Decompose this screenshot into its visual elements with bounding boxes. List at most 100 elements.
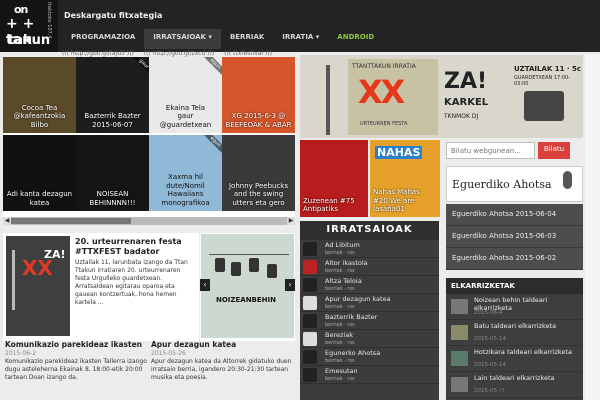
menu-irratsaioak[interactable]: IRRATSAIOAK ▾ (144, 29, 221, 49)
news-cards: Komunikazio parekideaz ikasten 2015-06-2… (3, 340, 295, 400)
station-name[interactable]: Altor ikastola (325, 259, 368, 267)
tower-icon (326, 65, 330, 135)
menu-berriak[interactable]: BERRIAK (221, 29, 273, 49)
station-item[interactable]: Ad Libitum berriak · rss (300, 240, 439, 258)
interview-item[interactable]: Hotzikara taldeari elkarrizketa 2015-05-1… (446, 346, 583, 372)
station-sub[interactable]: berriak · rss (325, 358, 355, 364)
promo-line2: Antipatiks (303, 205, 339, 214)
side-article-image[interactable]: NOIZEANBEHIN (201, 234, 294, 338)
egunerko-header[interactable]: Eguerdiko Ahotsa (446, 166, 583, 202)
station-sub[interactable]: berriak · rss (325, 376, 355, 382)
interview-name[interactable]: Lain taldeari elkarrizketa (474, 374, 578, 383)
station-name[interactable]: Ad Libitum (325, 241, 360, 249)
news-card-1[interactable]: Komunikazio parekideaz ikasten 2015-06-2… (5, 340, 149, 400)
slider-tile-3[interactable]: egun Ekaina Tela gaur @guardetxean (149, 57, 222, 133)
tile-line1: Xaxma hil dute/Nomil (166, 173, 205, 190)
promo-line2: #20 We are lasaña01 (373, 196, 415, 214)
tile-line2: and the swing utters eta gero (232, 190, 285, 207)
banner-tknmok: TKNMOK DJ (444, 113, 479, 120)
station-sub[interactable]: berriak · rss (325, 286, 355, 292)
menu-irratia[interactable]: IRRATIA ▾ (273, 29, 328, 49)
tile-line1: Ekaina Tela (165, 103, 206, 112)
station-name[interactable]: Bazterrik Bazter (325, 313, 377, 321)
shoe-icon (267, 264, 277, 278)
scroll-right-icon[interactable]: ▶ (287, 217, 295, 225)
promo-zuzenean[interactable]: Zuzenean #75 Antipatiks (300, 140, 368, 217)
egunerko-item[interactable]: Eguerdiko Ahotsa 2015-06-04 (446, 204, 583, 226)
station-item[interactable]: Emesutan berriak · rss (300, 366, 439, 384)
article-title[interactable]: 20. urteurrenaren festa #TTXFEST badator (75, 237, 197, 257)
card-title[interactable]: Apur dezagun katea (151, 340, 295, 349)
logo[interactable]: on + + tan takun ttaktoko 107.4 (0, 0, 58, 52)
side-img-label: NOIZEANBEHIN (216, 296, 276, 304)
egunerko-item[interactable]: Eguerdiko Ahotsa 2015-06-03 (446, 226, 583, 248)
scroll-left-icon[interactable]: ◀ (3, 217, 11, 225)
interview-thumb (451, 325, 468, 340)
menu-programazioa[interactable]: PROGRAMAZIOA (62, 29, 144, 49)
station-name[interactable]: Emesutan (325, 367, 358, 375)
slider-scrollbar[interactable]: ◀ ▶ (3, 217, 295, 225)
interview-item[interactable]: Noizean behin taldeari elkarrizketa 2015-… (446, 294, 583, 320)
tile-line1: Adi kanta dezagun (6, 190, 73, 199)
crumb-3[interactable]: ((( ttxfestival ))) (224, 50, 272, 57)
interview-item[interactable]: Batu taldeari elkarrizketa 2015-05-14 (446, 320, 583, 346)
station-icon (303, 332, 317, 346)
station-item[interactable]: Altza Teloia berriak · rss (300, 276, 439, 294)
interview-name[interactable]: Batu taldeari elkarrizketa (474, 322, 578, 331)
station-sub[interactable]: berriak · rss (325, 322, 355, 328)
logo-line3: takun (8, 33, 51, 48)
slider-tile-7[interactable]: egun Xaxma hil dute/Nomil Hawaiians monogr… (149, 135, 222, 211)
img-xx: XX (22, 256, 53, 280)
irratsaioak-list: Ad Libitum berriak · rss Altor ikastola be… (300, 240, 439, 400)
tile-line2: Hawaiians monografikoa (161, 190, 210, 207)
tile-line2: katea (29, 198, 50, 207)
slider-tile-6[interactable]: NOISEAN BEHINNNN!!! (76, 135, 149, 211)
page-edge (585, 55, 600, 400)
menu-android[interactable]: ANDROID (328, 29, 383, 49)
article-image[interactable]: ZA! XX (6, 236, 70, 336)
card-title[interactable]: Komunikazio parekideaz ikasten (5, 340, 149, 349)
interview-item[interactable]: Lain taldeari elkarrizketa 2015-05-?? (446, 372, 583, 398)
station-name[interactable]: Apur dezagun katea (325, 295, 391, 303)
egunerko-title: Eguerdiko Ahotsa (452, 178, 552, 191)
slider-tile-5[interactable]: Adi kanta dezagun katea (3, 135, 76, 211)
station-name[interactable]: Egunerko Ahotsa (325, 349, 380, 357)
tile-line2: 2015-06-07 (92, 120, 133, 129)
station-sub[interactable]: berriak · rss (325, 340, 355, 346)
microphone-icon (563, 171, 572, 189)
station-item[interactable]: Bazterrik Bazter berriak · rss (300, 312, 439, 330)
banner-date: UZTAILAK 11 · 5c (514, 65, 582, 73)
station-item[interactable]: Apur dezagun katea berriak · rss (300, 294, 439, 312)
festival-banner[interactable]: TTANTTAKUN IRRATIA XX URTEURREN FESTA ZA… (300, 55, 583, 138)
crumb-1[interactable]: ((( http://goo.gl/faJd3 ))) (62, 50, 134, 57)
station-sub[interactable]: berriak · rss (325, 250, 355, 256)
prev-arrow-icon[interactable]: ‹ (200, 279, 210, 291)
interview-date: 2015-06-4 (474, 310, 503, 316)
crumb-2[interactable]: ((( http://goo.gl/zxcd ))) (144, 50, 214, 57)
search-button[interactable]: Bilatu (538, 142, 570, 159)
station-name[interactable]: Altza Teloia (325, 277, 362, 285)
egunerko-item[interactable]: Eguerdiko Ahotsa 2015-06-02 (446, 248, 583, 270)
news-card-2[interactable]: Apur dezagun katea 2015-05-26 Apur dezag… (151, 340, 295, 400)
slider-tile-4[interactable]: XG 2015-6-3 @ BEEFEOAK & ABAR (222, 57, 295, 133)
station-sub[interactable]: berriak · rss (325, 304, 355, 310)
promo-nahas[interactable]: NAHAS Nahas Mahas #20 We are lasaña01 (370, 140, 440, 217)
next-arrow-icon[interactable]: › (285, 279, 295, 291)
scroll-thumb[interactable] (11, 218, 131, 224)
station-item[interactable]: Egunerko Ahotsa berriak · rss (300, 348, 439, 366)
station-sub[interactable]: berriak · rss (325, 268, 355, 274)
interview-thumb (451, 377, 468, 392)
station-item[interactable]: Altor ikastola berriak · rss (300, 258, 439, 276)
station-item[interactable]: Bereziak berriak · rss (300, 330, 439, 348)
banner-place: GUARDETXEAN 17:00-03:00 (514, 75, 571, 87)
slider-tile-8[interactable]: Johnny Peebucks and the swing utters eta … (222, 135, 295, 211)
station-icon (303, 260, 317, 274)
slider-tile-2[interactable]: gaur Bazterrik Bazter 2015-06-07 (76, 57, 149, 133)
station-name[interactable]: Bereziak (325, 331, 353, 339)
tile-line2: BEEFEOAK & ABAR (225, 120, 292, 129)
search-input[interactable] (446, 142, 535, 159)
slider-tile-1[interactable]: Cocoa Tea @kafeantzokia Bilbo (3, 57, 76, 133)
banner-sub: URTEURREN FESTA (360, 121, 408, 127)
interview-name[interactable]: Hotzikara taldeari elkarrizketa (474, 348, 578, 357)
download-link[interactable]: Deskargatu fitxategia (64, 11, 162, 20)
